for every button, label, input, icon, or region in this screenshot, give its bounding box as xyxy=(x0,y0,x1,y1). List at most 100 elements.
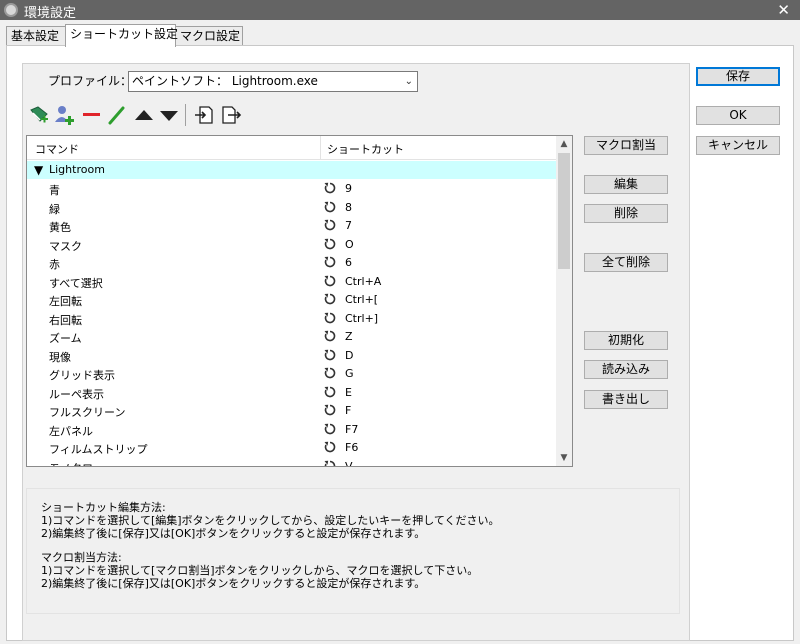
tab-macro-settings[interactable]: マクロ設定 xyxy=(175,26,243,46)
command-cell: 黄色 xyxy=(49,221,71,234)
command-cell: ルーペ表示 xyxy=(49,387,104,401)
table-row[interactable]: ズーム Z xyxy=(27,327,557,346)
shortcut-cell: Ctrl+] xyxy=(345,311,379,325)
cancel-button[interactable]: キャンセル xyxy=(696,136,780,155)
command-cell: 緑 xyxy=(49,202,60,216)
table-row[interactable]: 左回転 Ctrl+[ xyxy=(27,290,557,309)
shortcut-cell: Ctrl+[ xyxy=(345,293,379,306)
load-button[interactable]: 読み込み xyxy=(584,360,668,379)
shortcut-key-icon xyxy=(324,441,336,453)
table-row[interactable]: 右回転 Ctrl+] xyxy=(27,309,557,328)
import-icon[interactable] xyxy=(193,104,215,126)
shortcut-key-icon xyxy=(324,238,336,249)
remove-icon[interactable] xyxy=(80,104,102,126)
edit-button[interactable]: 編集 xyxy=(584,175,668,194)
command-cell: 現像 xyxy=(49,350,71,364)
profile-dropdown[interactable]: ペイントソフト： Lightroom.exe ⌄ xyxy=(128,71,418,92)
column-header-command[interactable]: コマンド xyxy=(35,141,79,157)
vertical-scrollbar[interactable]: ▲ ▼ xyxy=(556,136,572,466)
table-row[interactable]: フィルムストリップ F6 xyxy=(27,438,557,457)
chevron-down-icon: ⌄ xyxy=(404,76,413,87)
edit-pencil-icon[interactable] xyxy=(106,104,128,126)
column-divider[interactable] xyxy=(320,136,321,160)
table-row[interactable]: 緑8 xyxy=(27,198,557,217)
command-cell: すべて選択 xyxy=(49,276,103,290)
help-line: 2)編集終了後に[保存]又は[OK]ボタンをクリックすると設定が保存されます。 xyxy=(41,577,426,590)
shortcut-key-icon xyxy=(324,386,336,397)
shortcut-cell: O xyxy=(345,237,354,251)
export-icon[interactable] xyxy=(220,104,242,126)
shortcut-cell: V xyxy=(345,459,353,467)
shortcut-cell: D xyxy=(345,348,354,362)
save-button[interactable]: 保存 xyxy=(696,67,780,86)
collapse-triangle-icon[interactable]: ▼ xyxy=(34,164,43,176)
shortcut-key-icon xyxy=(324,312,336,323)
help-panel: ショートカット編集方法: 1)コマンドを選択して[編集]ボタンをクリックしてから… xyxy=(26,488,680,614)
tab-shortcut-settings[interactable]: ショートカット設定 xyxy=(65,24,178,47)
command-cell: モノクロ xyxy=(49,460,93,467)
delete-button[interactable]: 削除 xyxy=(584,204,668,223)
command-cell: 青 xyxy=(49,184,60,197)
column-header-shortcut[interactable]: ショートカット xyxy=(327,141,404,157)
shortcut-cell: Ctrl+A xyxy=(345,274,382,288)
move-up-icon[interactable] xyxy=(133,104,155,126)
shortcut-cell: Z xyxy=(345,330,353,343)
tab-basic-settings[interactable]: 基本設定 xyxy=(6,26,66,46)
shortcut-key-icon xyxy=(324,182,336,194)
shortcut-key-icon xyxy=(324,367,336,379)
table-row[interactable]: 左パネル F7 xyxy=(27,420,557,439)
table-row[interactable]: ルーペ表示 E xyxy=(27,383,557,402)
shortcut-key-icon xyxy=(324,330,336,342)
shortcut-key-icon xyxy=(324,349,336,360)
command-cell: フィルムストリップ xyxy=(49,443,148,456)
group-name: Lightroom xyxy=(49,163,105,176)
shortcut-key-icon xyxy=(324,256,336,268)
move-down-icon[interactable] xyxy=(158,104,180,126)
table-row[interactable]: 現像 D xyxy=(27,346,557,365)
shortcut-cell: F6 xyxy=(345,441,359,454)
shortcut-key-icon xyxy=(324,219,336,231)
reset-button[interactable]: 初期化 xyxy=(584,331,668,350)
write-out-button[interactable]: 書き出し xyxy=(584,390,668,409)
shortcut-list[interactable]: コマンド ショートカット ▼ Lightroom 青 9 緑 8 黄色 7 マスク O 赤 6 すべ… xyxy=(26,135,573,467)
command-cell: 赤 xyxy=(49,258,60,271)
list-header: コマンド ショートカット xyxy=(27,136,557,160)
command-cell: 左パネル xyxy=(49,424,93,438)
add-group-icon[interactable] xyxy=(28,104,50,126)
table-row[interactable]: フルスクリーン F xyxy=(27,401,557,420)
window-title: 環境設定 xyxy=(24,6,77,21)
table-row[interactable]: マスク O xyxy=(27,235,557,254)
scroll-down-arrow-icon[interactable]: ▼ xyxy=(556,450,572,466)
table-row[interactable]: モノクロ V xyxy=(27,457,557,467)
shortcut-key-icon xyxy=(324,293,336,305)
table-row[interactable]: 青9 xyxy=(27,179,557,198)
command-cell: マスク xyxy=(49,239,82,253)
shortcut-key-icon xyxy=(324,275,336,286)
table-row[interactable]: グリッド表示 G xyxy=(27,364,557,383)
shortcut-key-icon xyxy=(324,201,336,212)
scroll-thumb[interactable] xyxy=(558,153,570,269)
profile-value: ペイントソフト： Lightroom.exe xyxy=(132,74,318,88)
delete-all-button[interactable]: 全て削除 xyxy=(584,253,668,272)
list-rows: ▼ Lightroom 青 9 緑 8 黄色 7 マスク O 赤 6 すべて選択 Ctrl+A 左回転 C… xyxy=(27,161,557,467)
shortcut-cell: E xyxy=(345,385,352,399)
table-row[interactable]: 黄色 7 xyxy=(27,216,557,235)
shortcut-cell: 6 xyxy=(345,256,352,269)
table-row[interactable]: 赤6 xyxy=(27,253,557,272)
add-user-icon[interactable] xyxy=(53,104,75,126)
macro-assign-button[interactable]: マクロ割当 xyxy=(584,136,668,155)
table-row[interactable]: すべて選択 Ctrl+A xyxy=(27,272,557,291)
scroll-up-arrow-icon[interactable]: ▲ xyxy=(556,136,572,152)
group-row-lightroom[interactable]: ▼ Lightroom xyxy=(27,161,557,179)
shortcut-cell: 8 xyxy=(345,200,352,214)
close-icon[interactable]: ✕ xyxy=(777,0,790,20)
shortcut-key-icon xyxy=(324,404,336,416)
command-cell: 左回転 xyxy=(49,295,82,308)
help-line: 2)編集終了後に[保存]又は[OK]ボタンをクリックすると設定が保存されます。 xyxy=(41,527,426,540)
profile-label: プロファイル： xyxy=(48,74,133,88)
shortcut-cell: 7 xyxy=(345,219,352,232)
ok-button[interactable]: OK xyxy=(696,106,780,125)
shortcut-cell: 9 xyxy=(345,182,352,195)
shortcut-cell: F7 xyxy=(345,422,359,436)
shortcut-cell: G xyxy=(345,367,354,380)
